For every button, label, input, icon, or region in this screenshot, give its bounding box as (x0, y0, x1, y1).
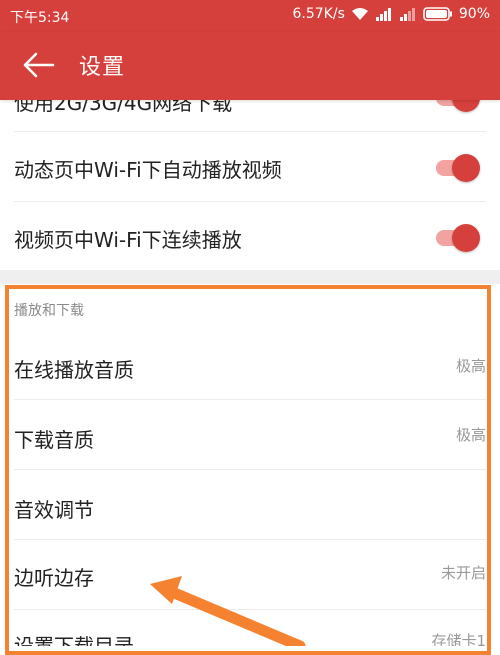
toggle-switch[interactable] (436, 152, 480, 182)
setting-value: 存储卡1 (431, 632, 486, 646)
setting-row-download-directory[interactable]: 设置下载目录 存储卡1 (0, 610, 500, 646)
setting-label: 边听边存 (14, 566, 94, 590)
app-toolbar: 设置 (0, 32, 500, 100)
setting-value: 未开启 (440, 564, 486, 582)
status-bar: 下午5:34 6.57K/s 90% (0, 0, 500, 32)
setting-row-autoplay-feed[interactable]: 动态页中Wi-Fi下自动播放视频 (0, 132, 500, 202)
signal-icon-2 (399, 7, 417, 21)
setting-value: 极高 (455, 426, 486, 444)
setting-row-sound-effects[interactable]: 音效调节 (0, 470, 500, 540)
signal-icon (375, 7, 393, 21)
toggle-switch[interactable] (436, 222, 480, 252)
status-time: 下午5:34 (10, 10, 70, 26)
setting-row-cache-while-listening[interactable]: 边听边存 未开启 (0, 540, 500, 610)
setting-label: 设置下载目录 (14, 634, 134, 646)
setting-row-download-quality[interactable]: 下载音质 极高 (0, 400, 500, 470)
setting-label: 视频页中Wi-Fi下连续播放 (14, 228, 242, 252)
setting-value: 极高 (455, 357, 486, 375)
page-title: 设置 (79, 55, 126, 80)
section-divider (0, 270, 500, 284)
setting-label: 在线播放音质 (14, 358, 134, 382)
battery-level: 90% (458, 6, 490, 22)
arrow-left-icon[interactable] (22, 50, 56, 80)
battery-icon (423, 7, 453, 21)
setting-row-stream-quality[interactable]: 在线播放音质 极高 (0, 332, 500, 400)
wifi-icon (351, 7, 369, 21)
setting-label: 下载音质 (14, 428, 94, 452)
setting-label: 音效调节 (14, 498, 94, 522)
section-header: 播放和下载 (14, 303, 84, 319)
setting-row-continuous-play[interactable]: 视频页中Wi-Fi下连续播放 (0, 202, 500, 270)
setting-label: 动态页中Wi-Fi下自动播放视频 (14, 158, 282, 182)
network-speed: 6.57K/s (292, 6, 345, 22)
